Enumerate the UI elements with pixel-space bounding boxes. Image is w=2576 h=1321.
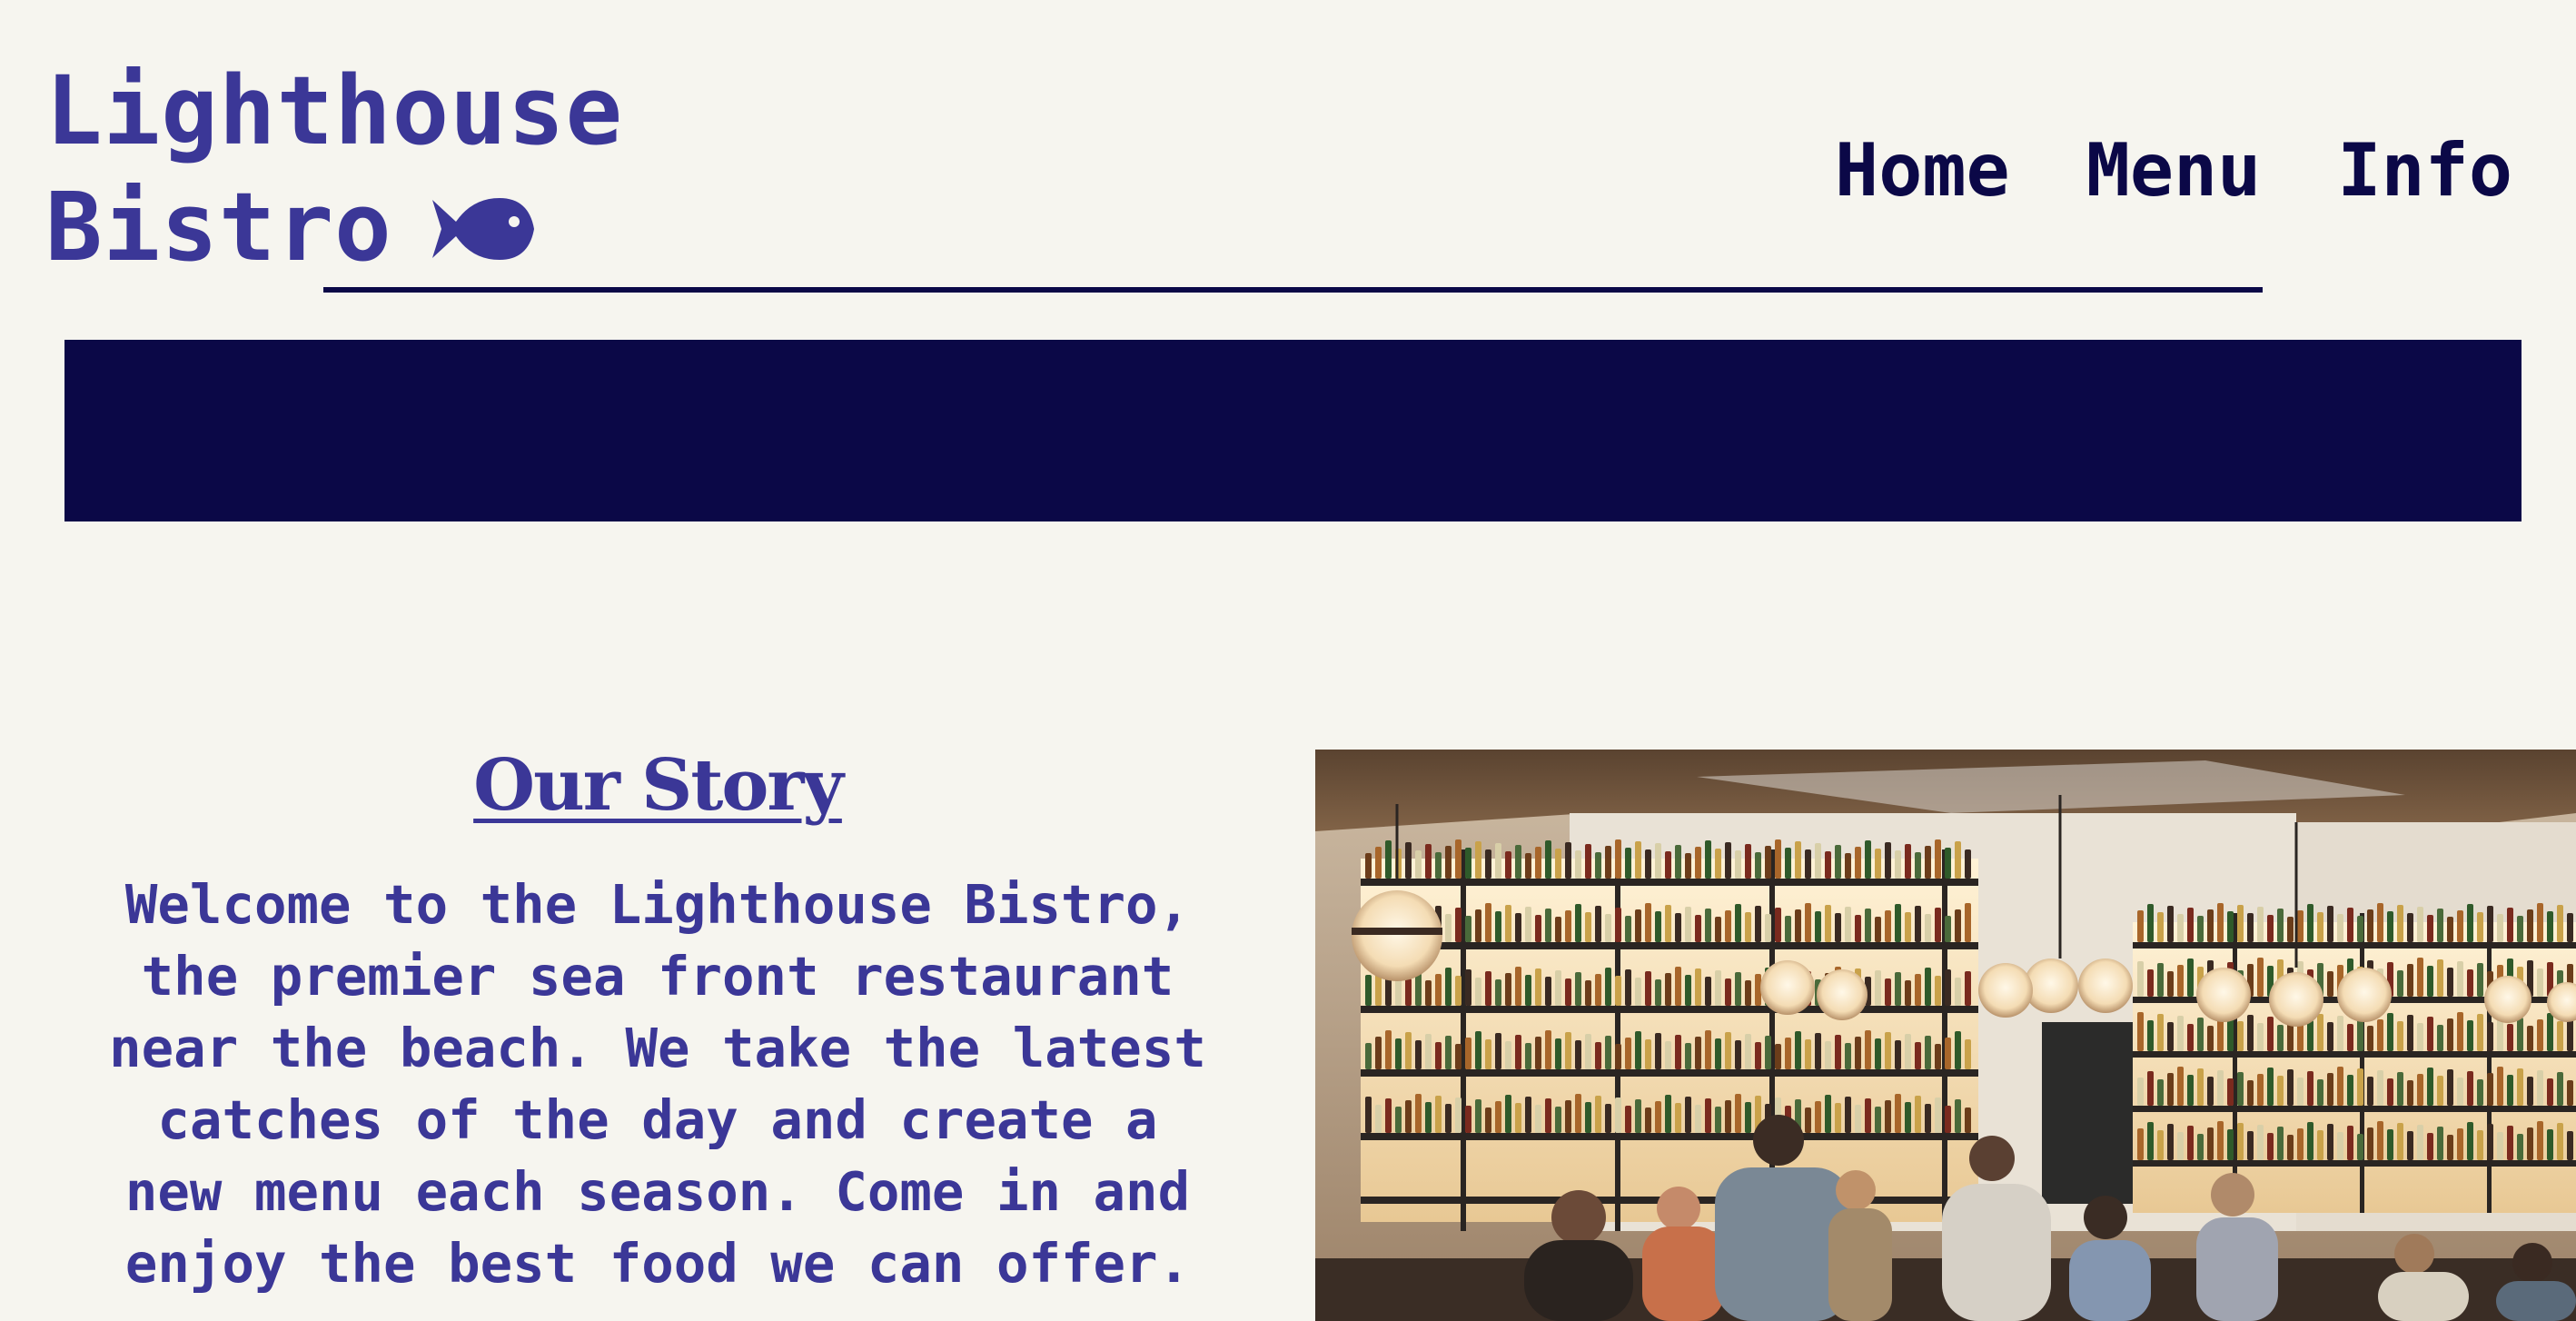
site-logo[interactable]: Lighthouse Bistro bbox=[45, 53, 681, 285]
hero-banner bbox=[64, 340, 2522, 521]
nav-info-link[interactable]: Info bbox=[2337, 127, 2512, 214]
logo-line-2-text: Bistro bbox=[45, 172, 392, 283]
restaurant-bar-photo bbox=[1315, 750, 2576, 1321]
fish-icon bbox=[431, 197, 534, 260]
nav-home-link[interactable]: Home bbox=[1835, 127, 2010, 214]
logo-line-1: Lighthouse bbox=[45, 55, 624, 166]
header-divider bbox=[323, 287, 2263, 293]
story-title: Our Story bbox=[473, 743, 844, 827]
bar-illustration bbox=[1315, 750, 2576, 1321]
main-nav: Home Menu Info bbox=[1835, 127, 2512, 214]
shelf-block-right bbox=[2133, 913, 2576, 1213]
logo-line-2: Bistro bbox=[45, 169, 681, 285]
story-body: Welcome to the Lighthouse Bistro, the pr… bbox=[109, 873, 1206, 1295]
nav-menu-link[interactable]: Menu bbox=[2086, 127, 2262, 214]
